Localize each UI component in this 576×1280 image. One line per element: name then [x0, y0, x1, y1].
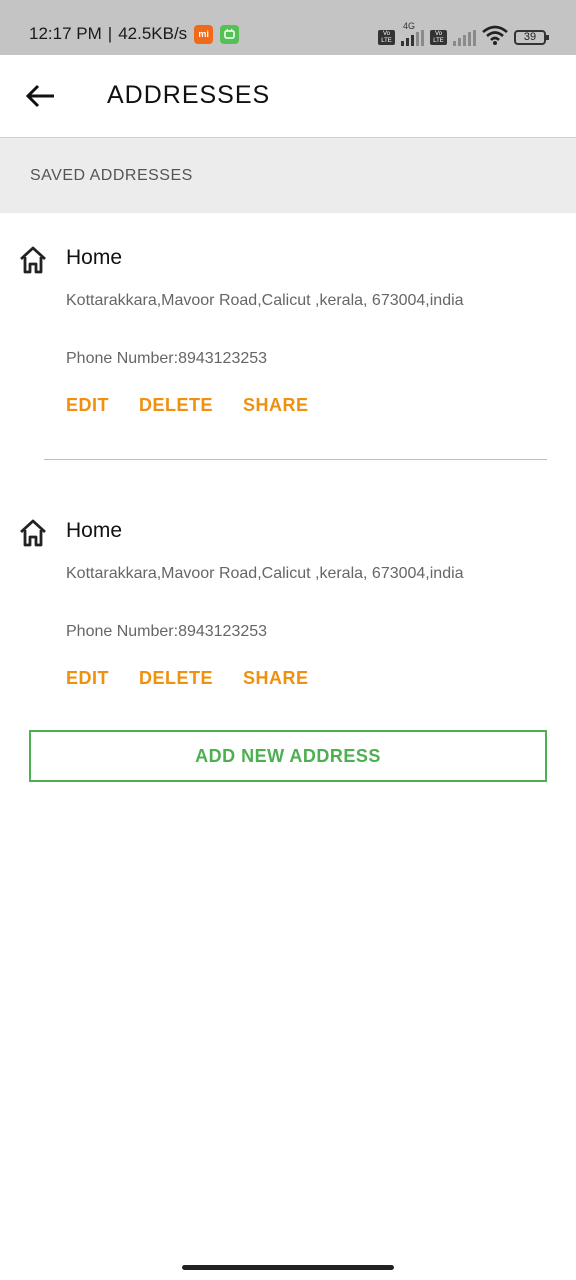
delete-button[interactable]: DELETE [139, 668, 213, 689]
address-phone: Phone Number:8943123253 [66, 350, 268, 367]
battery-icon: 39 [514, 30, 549, 45]
divider [44, 459, 547, 460]
volte-icon-2: Vo LTE [430, 30, 447, 45]
delete-button[interactable]: DELETE [139, 395, 213, 416]
home-icon [18, 518, 48, 548]
app-notification-icon [220, 24, 240, 44]
status-time: 12:17 PM [29, 24, 102, 43]
address-text: Kottarakkara,Mavoor Road,Calicut ,kerala… [66, 292, 464, 309]
back-button[interactable] [22, 78, 62, 114]
saved-addresses-label: SAVED ADDRESSES [30, 167, 193, 184]
share-button[interactable]: SHARE [243, 668, 309, 689]
home-icon [18, 245, 48, 275]
gesture-navigation-bar[interactable] [182, 1265, 394, 1270]
status-separator: | [107, 24, 113, 43]
network-type-label: 4G [403, 20, 416, 31]
address-card: Home Kottarakkara,Mavoor Road,Calicut ,k… [0, 226, 576, 456]
address-phone: Phone Number:8943123253 [66, 623, 268, 640]
address-name: Home [66, 246, 123, 269]
arrow-left-icon [22, 84, 62, 118]
address-name: Home [66, 519, 123, 542]
signal-icon [453, 29, 476, 46]
share-button[interactable]: SHARE [243, 395, 309, 416]
page-title: ADDRESSES [107, 81, 271, 109]
top-app-bar: ADDRESSES [0, 55, 576, 138]
address-actions: EDIT DELETE SHARE [66, 668, 309, 689]
status-right: Vo LTE 4G Vo LTE 39 [378, 21, 549, 50]
status-bar: 12:17 PM | 42.5KB/s mi Vo LTE 4G Vo LTE [0, 0, 576, 55]
signal-4g-icon: 4G [401, 21, 424, 46]
address-text: Kottarakkara,Mavoor Road,Calicut ,kerala… [66, 565, 464, 582]
wifi-icon [482, 25, 508, 50]
edit-button[interactable]: EDIT [66, 395, 109, 416]
mi-notification-icon: mi [194, 24, 214, 44]
volte-icon: Vo LTE [378, 30, 395, 45]
add-new-address-button[interactable]: ADD NEW ADDRESS [29, 730, 547, 782]
status-network-speed: 42.5KB/s [118, 24, 188, 43]
address-card: Home Kottarakkara,Mavoor Road,Calicut ,k… [0, 499, 576, 729]
saved-addresses-header: SAVED ADDRESSES [0, 138, 576, 213]
address-actions: EDIT DELETE SHARE [66, 395, 309, 416]
status-left: 12:17 PM | 42.5KB/s mi [29, 24, 240, 44]
edit-button[interactable]: EDIT [66, 668, 109, 689]
